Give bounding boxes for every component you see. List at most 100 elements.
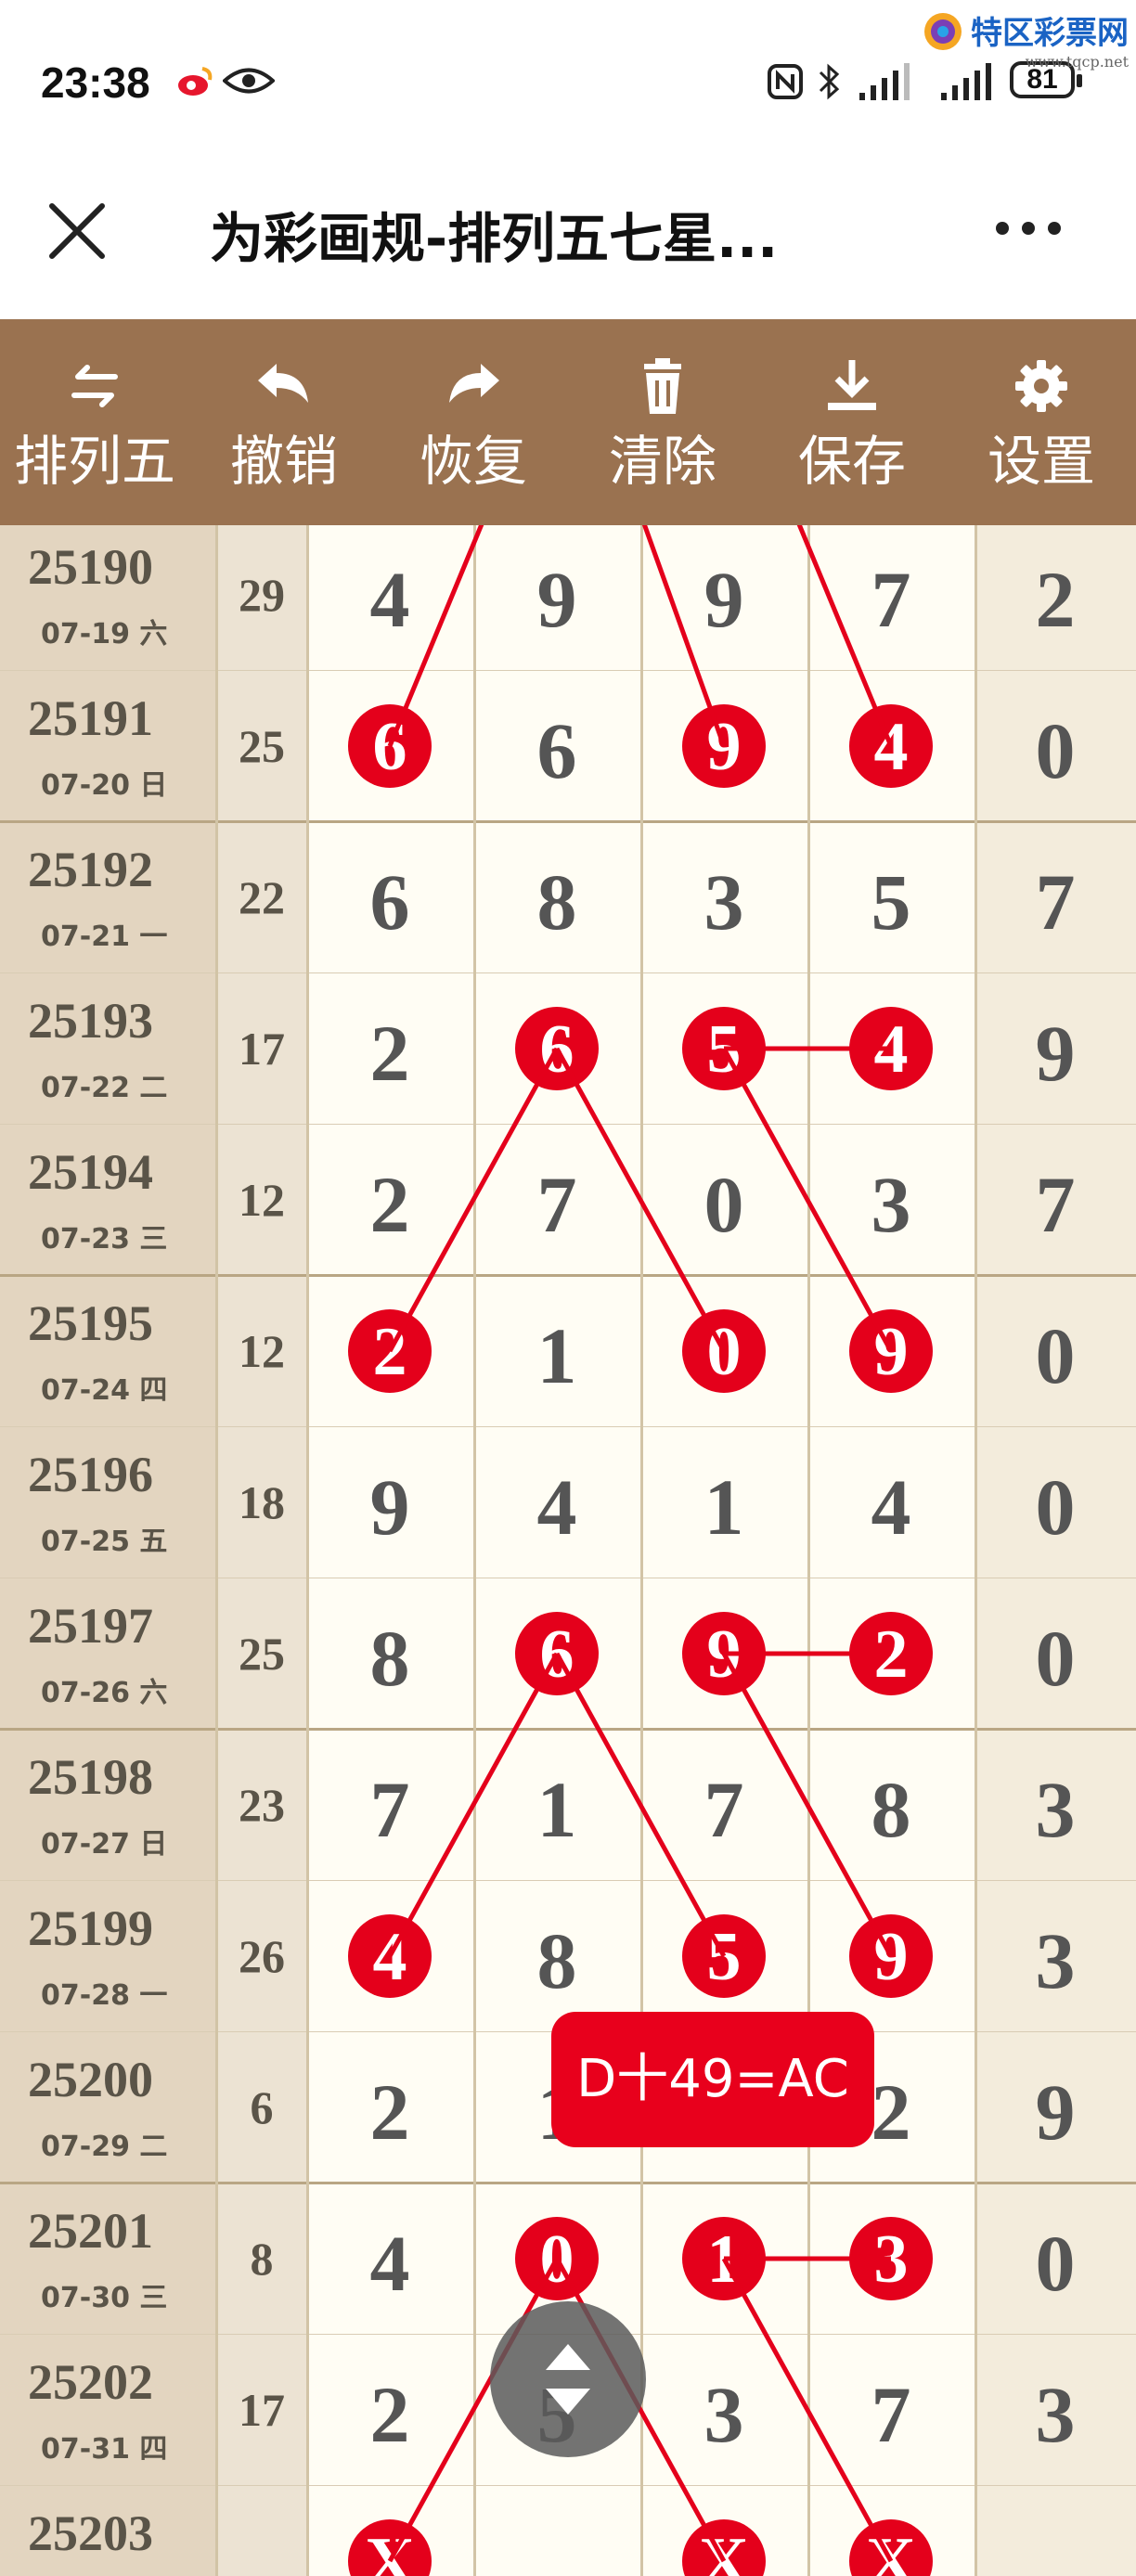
digit-cell[interactable]: 2 [807, 1578, 975, 1729]
undo-button[interactable]: 撤销 [189, 319, 379, 525]
period-cell: 25200 07-29 二 [0, 2032, 215, 2183]
digit-cell[interactable]: 0 [640, 1125, 807, 1275]
digit-cell[interactable]: 2 [306, 1276, 473, 1426]
bluetooth-icon [819, 63, 840, 100]
digit-cell[interactable]: 9 [640, 1578, 807, 1729]
digit-cell[interactable]: 9 [640, 671, 807, 821]
digit-cell[interactable] [473, 2486, 640, 2576]
period-date: 07-19 六 [41, 618, 168, 650]
digit-cell[interactable]: 7 [306, 1730, 473, 1880]
undo-icon [258, 364, 308, 403]
formula-badge[interactable]: D十49=AC [551, 2012, 874, 2147]
digit-cell[interactable]: 7 [640, 1730, 807, 1880]
save-button[interactable]: 保存 [757, 319, 947, 525]
digit: 2 [369, 2067, 410, 2157]
fifth-digit-cell: 7 [975, 822, 1136, 972]
draw-history-grid[interactable]: 25190 07-19 六 29 4 9 9 7 2 25191 07-20 日 25 6 6 9 4 0 25… [0, 525, 1136, 2576]
digit-cell[interactable]: 8 [306, 1578, 473, 1729]
period-number: 25195 [28, 1295, 153, 1351]
group-divider [0, 1728, 1136, 1731]
fifth-digit-cell: 3 [975, 2335, 1136, 2485]
digit-cell[interactable]: 9 [807, 1881, 975, 2031]
period-number: 25197 [28, 1598, 153, 1654]
period-cell: 25196 07-25 五 [0, 1427, 215, 1578]
digit-cell[interactable]: 4 [807, 671, 975, 821]
digit-cell[interactable]: 3 [807, 1125, 975, 1275]
digit: 3 [704, 857, 744, 947]
digit: 0 [704, 1160, 744, 1249]
digit-cell[interactable]: 6 [306, 822, 473, 972]
digit-cell[interactable]: X [807, 2486, 975, 2576]
digit-cell[interactable]: 0 [640, 1276, 807, 1426]
digit-cell[interactable]: 7 [807, 525, 975, 670]
digit-cell[interactable]: 4 [306, 1881, 473, 2031]
digit-cell[interactable]: 2 [306, 973, 473, 1124]
fifth-digit: 9 [1035, 2067, 1076, 2157]
draw-row: 25199 07-28 一 26 4 8 5 9 3 [0, 1881, 1136, 2032]
digit-cell[interactable]: 7 [807, 2335, 975, 2485]
close-icon[interactable] [46, 200, 108, 262]
digit-cell[interactable]: 9 [306, 1427, 473, 1578]
digit-cell[interactable]: 8 [473, 822, 640, 972]
nfc-icon [768, 64, 803, 99]
digit-cell[interactable]: 6 [306, 671, 473, 821]
clear-button[interactable]: 清除 [568, 319, 757, 525]
digit-cell[interactable]: 8 [473, 1881, 640, 2031]
digit-cell[interactable]: 1 [640, 2183, 807, 2334]
digit-cell[interactable]: 1 [640, 1427, 807, 1578]
digit-cell[interactable]: 9 [807, 1276, 975, 1426]
period-date: 07-31 四 [41, 2433, 168, 2466]
settings-button[interactable]: 设置 [947, 319, 1136, 525]
digit-cell[interactable]: 6 [473, 1578, 640, 1729]
toolbar-lottery-switch-button[interactable]: 排列五 [0, 319, 189, 525]
redo-button[interactable]: 恢复 [379, 319, 568, 525]
sum-cell: 12 [217, 1125, 306, 1275]
scroll-toggle-button[interactable] [490, 2301, 646, 2457]
period-number: 25198 [28, 1749, 153, 1805]
digit-cell[interactable]: 3 [640, 822, 807, 972]
digit-cell[interactable]: 6 [473, 671, 640, 821]
digit-cell[interactable]: X [640, 2486, 807, 2576]
digit-cell[interactable]: 2 [306, 2335, 473, 2485]
digit-cell[interactable]: 1 [473, 1730, 640, 1880]
digit-cell[interactable]: 4 [306, 525, 473, 670]
period-date: 07-23 三 [41, 1223, 168, 1256]
digit-cell[interactable]: 3 [640, 2335, 807, 2485]
draw-row: 25194 07-23 三 12 2 7 0 3 7 [0, 1125, 1136, 1276]
digit-cell[interactable]: 4 [807, 1427, 975, 1578]
digit-cell[interactable]: 7 [473, 1125, 640, 1275]
digit-cell[interactable]: 8 [807, 1730, 975, 1880]
digit-cell[interactable]: 5 [640, 973, 807, 1124]
period-number: 25196 [28, 1447, 153, 1502]
watermark-logo-icon [924, 13, 962, 50]
digit-cell[interactable]: 5 [807, 822, 975, 972]
digit: 3 [704, 2370, 744, 2459]
digit-cell[interactable]: 2 [306, 1125, 473, 1275]
more-options-icon[interactable] [991, 210, 1065, 247]
digit-cell[interactable]: 6 [473, 973, 640, 1124]
fifth-digit-cell: 3 [975, 1730, 1136, 1880]
digit-cell[interactable]: 1 [473, 1276, 640, 1426]
digit-cell[interactable]: 5 [640, 1881, 807, 2031]
digit-cell[interactable]: X [306, 2486, 473, 2576]
digit: 9 [704, 555, 744, 644]
period-number: 25193 [28, 993, 153, 1049]
signal-icon-1 [859, 63, 910, 100]
sum-cell: 23 [217, 1730, 306, 1880]
sum-value: 6 [250, 2081, 274, 2133]
digit-cell[interactable]: 9 [473, 525, 640, 670]
column-divider [473, 525, 476, 2576]
column-divider [640, 525, 643, 2576]
digit: 7 [871, 2370, 911, 2459]
digit-cell[interactable]: 3 [807, 2183, 975, 2334]
digit-cell[interactable]: 9 [640, 525, 807, 670]
toolbar-label: 清除 [608, 430, 716, 493]
digit-cell[interactable]: 2 [306, 2032, 473, 2183]
draw-row: 2520307-31 四 X X X [0, 2486, 1136, 2576]
highlighted-digit: 4 [849, 1007, 933, 1090]
digit-cell[interactable]: 4 [306, 2183, 473, 2334]
digit-cell[interactable]: 4 [473, 1427, 640, 1578]
digit: 8 [871, 1765, 911, 1854]
digit-cell[interactable]: 4 [807, 973, 975, 1124]
period-cell: 25193 07-22 二 [0, 973, 215, 1124]
